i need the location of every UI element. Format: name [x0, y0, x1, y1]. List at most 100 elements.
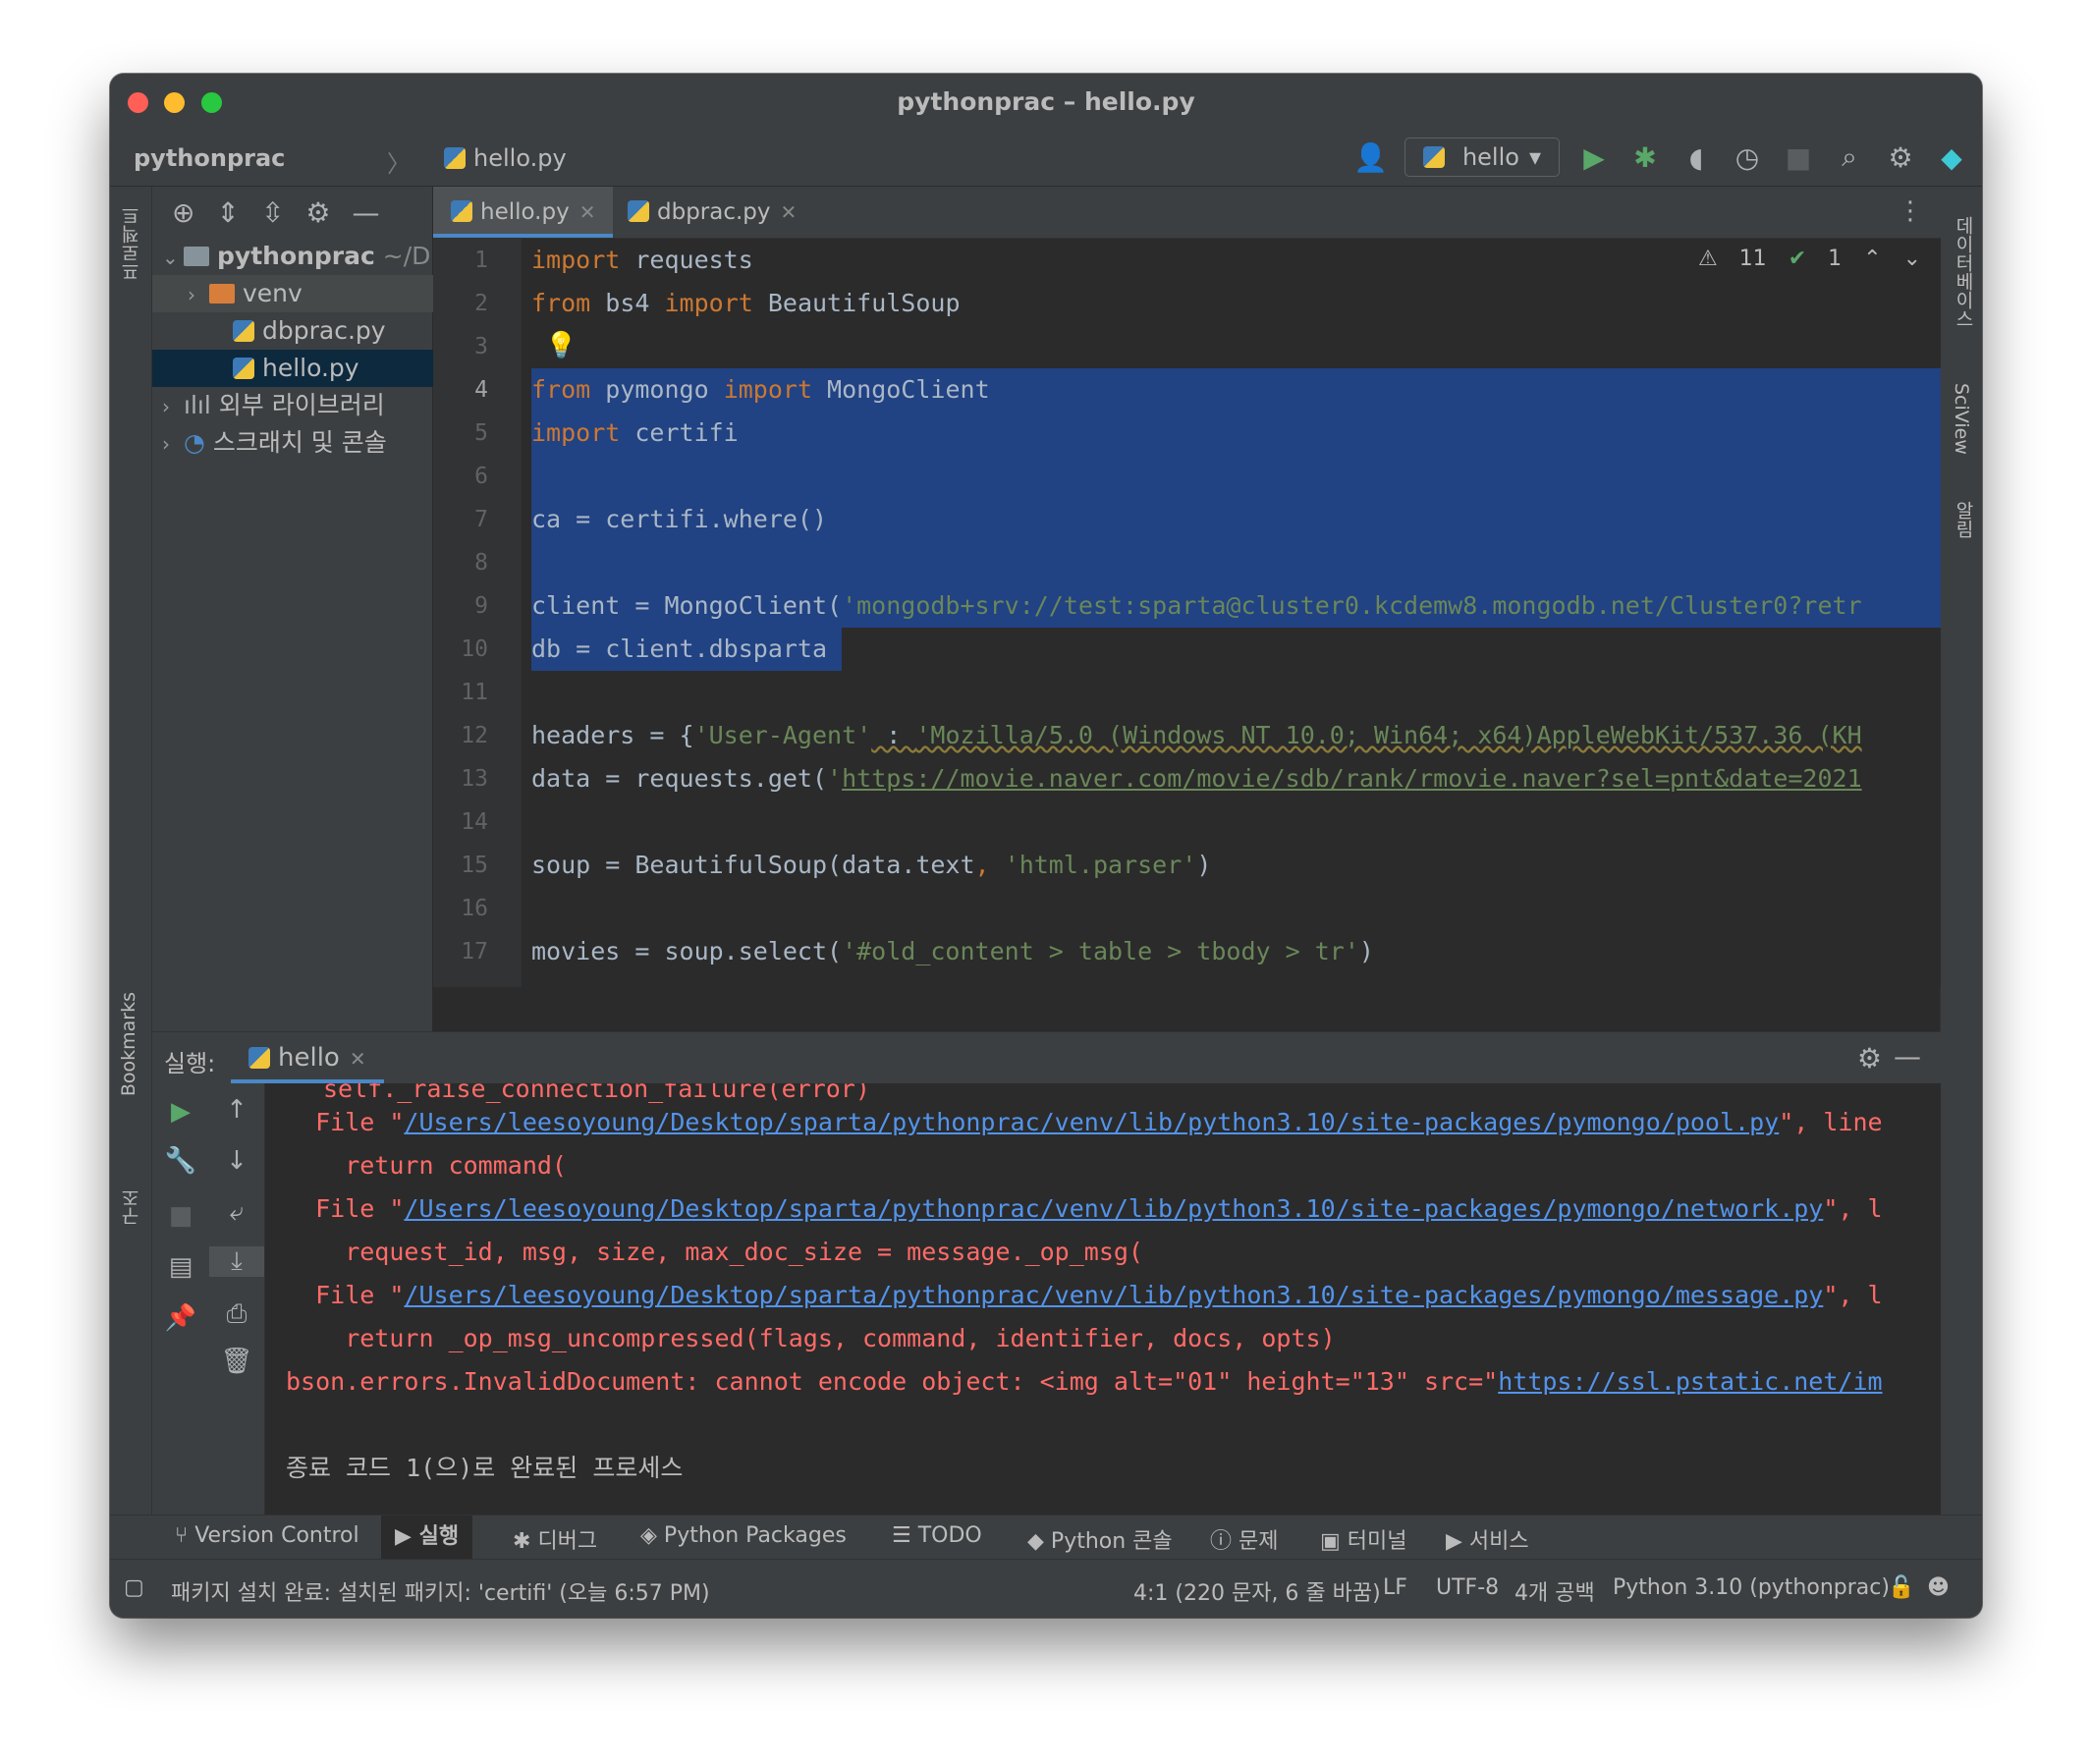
profile-icon[interactable]: ◷: [1731, 141, 1764, 174]
code-line: from pymongo import MongoClient: [531, 375, 990, 404]
tool-problems[interactable]: ⓘ 문제: [1210, 1523, 1278, 1555]
line-number: 1: [474, 248, 488, 273]
tool-run[interactable]: ▶ 실행: [381, 1516, 473, 1559]
gear-icon[interactable]: ⚙: [1884, 141, 1917, 174]
chevron-down-icon[interactable]: ⌄: [1903, 247, 1921, 271]
line-number: 13: [461, 766, 488, 792]
arrow-up-icon[interactable]: ↑: [209, 1095, 264, 1125]
wrench-icon[interactable]: 🔧: [152, 1146, 209, 1176]
rerun-icon[interactable]: ▶: [152, 1097, 209, 1127]
arrow-down-icon[interactable]: ↓: [209, 1146, 264, 1176]
console-output[interactable]: self._raise_connection_failure(error) Fi…: [264, 1083, 1941, 1515]
file-encoding[interactable]: UTF-8: [1436, 1575, 1499, 1600]
code-line: headers = {'User-Agent' : 'Mozilla/5.0 (…: [531, 721, 1862, 749]
code-line: client = MongoClient('mongodb+srv://test…: [531, 591, 1862, 620]
tool-services[interactable]: ▶ 서비스: [1446, 1523, 1529, 1555]
python-file-icon: [444, 147, 466, 169]
status-panel-icon[interactable]: ▢: [124, 1575, 144, 1600]
run-icon[interactable]: ▶: [1577, 141, 1611, 174]
layout-icon[interactable]: ▤: [152, 1252, 209, 1282]
coverage-icon[interactable]: ◖: [1679, 141, 1713, 174]
search-icon[interactable]: ⌕: [1833, 140, 1866, 174]
console-line: request_id, msg, size, max_doc_size = me…: [286, 1238, 1143, 1266]
locate-icon[interactable]: ⊕: [172, 196, 194, 229]
tree-item-external-libraries[interactable]: › ılıl 외부 라이브러리: [152, 387, 442, 424]
tab-hello[interactable]: hello.py ✕: [433, 187, 614, 238]
chevron-down-icon: ▾: [1528, 143, 1541, 171]
caret-position[interactable]: 4:1 (220 문자, 6 줄 바꿈): [1133, 1575, 1381, 1607]
print-icon[interactable]: ⎙: [209, 1299, 264, 1330]
tree-item-label: pythonprac: [217, 242, 375, 270]
tool-window-bar: ⑂ Version Control ▶ 실행 ✱ 디버그 ◈ Python Pa…: [110, 1515, 1982, 1559]
file-link[interactable]: /Users/leesoyoung/Desktop/sparta/pythonp…: [404, 1194, 1823, 1223]
debug-icon[interactable]: ✱: [1628, 141, 1662, 174]
gear-icon[interactable]: ⚙: [1857, 1042, 1882, 1075]
trash-icon[interactable]: 🗑: [209, 1347, 264, 1376]
close-tab-icon[interactable]: ✕: [350, 1047, 366, 1071]
run-config-selector[interactable]: hello ▾: [1404, 138, 1560, 177]
status-message[interactable]: 패키지 설치 완료: 설치된 패키지: 'certifi' (오늘 6:57 P…: [171, 1575, 710, 1607]
pin-icon[interactable]: 📌: [152, 1303, 209, 1333]
close-tab-icon[interactable]: ✕: [781, 200, 798, 224]
line-number: 4: [474, 377, 488, 403]
database-tool-button[interactable]: 데이터베이스: [1951, 216, 1977, 328]
stop-icon[interactable]: ■: [1782, 141, 1815, 174]
file-link[interactable]: /Users/leesoyoung/Desktop/sparta/pythonp…: [404, 1108, 1779, 1136]
python-interpreter[interactable]: Python 3.10 (pythonprac): [1613, 1575, 1890, 1600]
line-number: 10: [461, 636, 488, 662]
run-tab-hello[interactable]: hello ✕: [231, 1032, 384, 1083]
line-number: 14: [461, 809, 488, 835]
tool-version-control[interactable]: ⑂ Version Control: [175, 1523, 359, 1548]
line-separator[interactable]: LF: [1383, 1575, 1407, 1600]
hide-icon[interactable]: —: [353, 196, 380, 229]
code-line: movies = soup.select('#old_content > tab…: [531, 937, 1374, 965]
folder-icon: [184, 247, 209, 266]
line-number: 7: [474, 507, 488, 532]
console-line: File "/Users/leesoyoung/Desktop/sparta/p…: [286, 1194, 1883, 1223]
code-area[interactable]: 1 import requests 2 from bs4 import Beauti…: [461, 239, 1941, 987]
tree-item-scratches[interactable]: › ◔ 스크래치 및 콘솔: [152, 424, 442, 462]
bookmarks-tool-button[interactable]: Bookmarks: [118, 992, 139, 1096]
lightbulb-icon[interactable]: 💡: [545, 331, 577, 360]
close-tab-icon[interactable]: ✕: [579, 200, 596, 224]
structure-tool-button[interactable]: 구조: [118, 1188, 144, 1226]
hide-icon[interactable]: —: [1894, 1040, 1921, 1073]
breadcrumb-project[interactable]: pythonprac: [134, 144, 285, 172]
tab-dbprac[interactable]: dbprac.py ✕: [610, 187, 814, 238]
tool-todo[interactable]: ☰ TODO: [892, 1523, 982, 1548]
python-icon: [248, 1047, 270, 1069]
indent-setting[interactable]: 4개 공백: [1514, 1575, 1595, 1607]
scratch-icon: ◔: [184, 428, 205, 457]
tool-python-packages[interactable]: ◈ Python Packages: [640, 1523, 847, 1548]
stop-icon[interactable]: ■: [152, 1201, 209, 1231]
expand-all-icon[interactable]: ⇕: [216, 196, 239, 229]
user-icon[interactable]: 👤: [1353, 141, 1388, 174]
url-link[interactable]: https://ssl.pstatic.net/im: [1498, 1367, 1882, 1396]
tree-item-label: 외부 라이브러리: [218, 391, 385, 419]
tree-item-venv[interactable]: › venv: [152, 275, 468, 312]
scroll-to-end-icon[interactable]: ⤓: [209, 1246, 264, 1277]
lock-icon[interactable]: 🔓: [1888, 1575, 1914, 1600]
file-link[interactable]: /Users/leesoyoung/Desktop/sparta/pythonp…: [404, 1281, 1823, 1309]
project-tool-button[interactable]: 프로젝트: [118, 206, 144, 281]
warning-icon: ⚠: [1697, 247, 1718, 271]
tool-debug[interactable]: ✱ 디버그: [513, 1523, 597, 1555]
gear-icon[interactable]: ⚙: [305, 196, 330, 229]
tool-terminal[interactable]: ▣ 터미널: [1320, 1523, 1407, 1555]
collapse-all-icon[interactable]: ⇳: [261, 196, 284, 229]
inspector-icon[interactable]: ☻: [1927, 1575, 1950, 1600]
sciview-tool-button[interactable]: SciView: [1951, 383, 1972, 455]
code-line: ca = certifi.where(): [531, 505, 828, 533]
plugin-icon[interactable]: ◆: [1935, 141, 1968, 174]
tree-item-project[interactable]: ⌄ pythonprac ~/D: [152, 238, 442, 275]
breadcrumb-file[interactable]: hello.py: [444, 144, 567, 172]
code-editor: hello.py ✕ dbprac.py ✕ ⋮ 1 import requests …: [433, 187, 1941, 987]
line-number: 17: [461, 939, 488, 965]
more-options-icon[interactable]: ⋮: [1898, 196, 1923, 226]
chevron-up-icon[interactable]: ⌃: [1863, 247, 1881, 271]
python-file-icon: [628, 200, 649, 222]
inspection-widget[interactable]: ⚠ 11 ✔ 1 ⌃ ⌄: [1698, 247, 1921, 271]
notifications-tool-button[interactable]: 알림: [1951, 501, 1977, 538]
tool-python-console[interactable]: ◆ Python 콘솔: [1027, 1523, 1173, 1555]
soft-wrap-icon[interactable]: ⤶: [209, 1197, 264, 1228]
